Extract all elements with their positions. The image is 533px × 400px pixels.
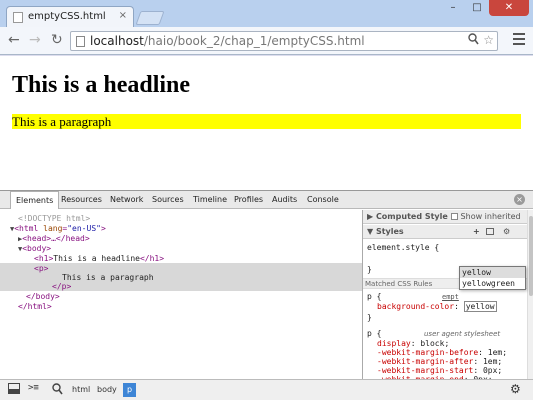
tab-strip: emptyCSS.html × – □ ✕ [0,0,533,27]
p-text-node[interactable]: This is a paragraph [62,273,154,283]
tab-network[interactable]: Network [105,191,148,209]
h1-node[interactable]: <h1>This is a headline</h1> [34,254,164,264]
menu-icon[interactable] [513,33,525,48]
body-node[interactable]: ▼<body> [18,244,51,254]
tab-close-icon[interactable]: × [119,10,127,21]
tab-audits[interactable]: Audits [267,191,302,209]
doctype-node[interactable]: <!DOCTYPE html> [18,214,90,224]
toggle-state-icon[interactable] [486,228,494,235]
p-node[interactable]: <p> [34,264,48,274]
devtools-panel: Elements Resources Network Sources Timel… [0,190,533,400]
back-icon[interactable]: ← [8,32,20,48]
expand-triangle-icon: ▼ [367,227,376,236]
styles-header[interactable]: ▼ Styles + ⚙ [363,225,528,239]
forward-icon[interactable]: → [29,32,41,48]
ua-stylesheet-label: user agent stylesheet [424,330,501,338]
html-node[interactable]: ▼<html lang="en-US"> [10,224,106,234]
page-viewport: This is a headline This is a paragraph [0,55,533,190]
autocomplete-option[interactable]: yellow [460,267,525,278]
show-inherited-label: Show inherited [460,212,521,221]
autocomplete-dropdown[interactable]: yellow yellowgreen [459,266,526,290]
page-icon [76,36,85,47]
dock-icon[interactable] [8,383,20,397]
body-close-tag: </body> [26,292,60,301]
expand-triangle-icon: ▶ [367,212,376,221]
tab-profiles[interactable]: Profiles [229,191,268,209]
tab-resources[interactable]: Resources [56,191,107,209]
browser-chrome: emptyCSS.html × – □ ✕ ← → ↻ localhost/ha… [0,0,533,55]
show-inherited-checkbox[interactable]: Show inherited [451,210,521,224]
reload-icon[interactable]: ↻ [51,32,63,48]
element-style-close: } [367,265,372,274]
head-node[interactable]: ▶<head>…</head> [18,234,90,244]
page-favicon-icon [13,12,23,23]
breadcrumb-p[interactable]: p [123,383,137,397]
rule-close: } [367,313,372,322]
devtools-statusbar: >≡ html body p ⚙ [0,379,533,400]
maximize-button[interactable]: □ [465,0,489,16]
rule-selector[interactable]: p { [367,292,381,302]
window-controls: – □ ✕ [441,0,529,18]
browser-toolbar: ← → ↻ localhost/haio/book_2/chap_1/empty… [0,27,533,55]
tab-title: emptyCSS.html [28,11,106,22]
breadcrumb-html[interactable]: html [68,383,94,397]
browser-tab[interactable]: emptyCSS.html × [6,6,134,27]
tab-elements[interactable]: Elements [10,191,60,209]
styles-sidebar: ▶ Computed Style Show inherited ▼ Styles… [362,210,533,384]
gear-icon[interactable]: ⚙ [503,225,510,239]
p-close-tag: </p> [52,282,72,291]
ua-selector[interactable]: p { [367,329,381,339]
element-style-open[interactable]: element.style { [367,243,439,253]
add-rule-icon[interactable]: + [473,225,480,239]
minimize-button[interactable]: – [441,0,465,16]
breadcrumb-body[interactable]: body [93,383,121,397]
new-tab-button[interactable] [135,11,165,25]
magnifier-icon[interactable] [468,33,479,48]
page-headline: This is a headline [12,72,191,98]
address-bar[interactable]: localhost/haio/book_2/chap_1/emptyCSS.ht… [70,31,498,51]
computed-style-header[interactable]: ▶ Computed Style Show inherited [363,210,528,224]
search-icon[interactable] [52,383,63,398]
url-text[interactable]: localhost/haio/book_2/chap_1/emptyCSS.ht… [90,34,365,48]
elements-tree[interactable]: <!DOCTYPE html> ▼<html lang="en-US"> ▶<h… [0,210,362,380]
close-window-button[interactable]: ✕ [489,0,529,16]
autocomplete-option[interactable]: yellowgreen [460,278,525,289]
stylesheet-link[interactable]: empt [442,292,459,302]
tab-console[interactable]: Console [302,191,344,209]
star-icon[interactable]: ☆ [483,33,494,47]
bg-color-value-input[interactable]: yellow [463,301,497,312]
page-paragraph: This is a paragraph [12,114,521,129]
bg-color-declaration[interactable]: background-color: yellow [377,301,497,312]
console-drawer-icon[interactable]: >≡ [28,383,39,393]
tab-sources[interactable]: Sources [147,191,189,209]
devtools-close-icon[interactable]: × [514,194,525,205]
html-close-tag: </html> [18,302,52,311]
sidebar-scrollbar[interactable] [527,210,533,380]
devtools-tabbar: Elements Resources Network Sources Timel… [0,191,533,209]
settings-gear-icon[interactable]: ⚙ [510,382,521,396]
tab-timeline[interactable]: Timeline [188,191,232,209]
